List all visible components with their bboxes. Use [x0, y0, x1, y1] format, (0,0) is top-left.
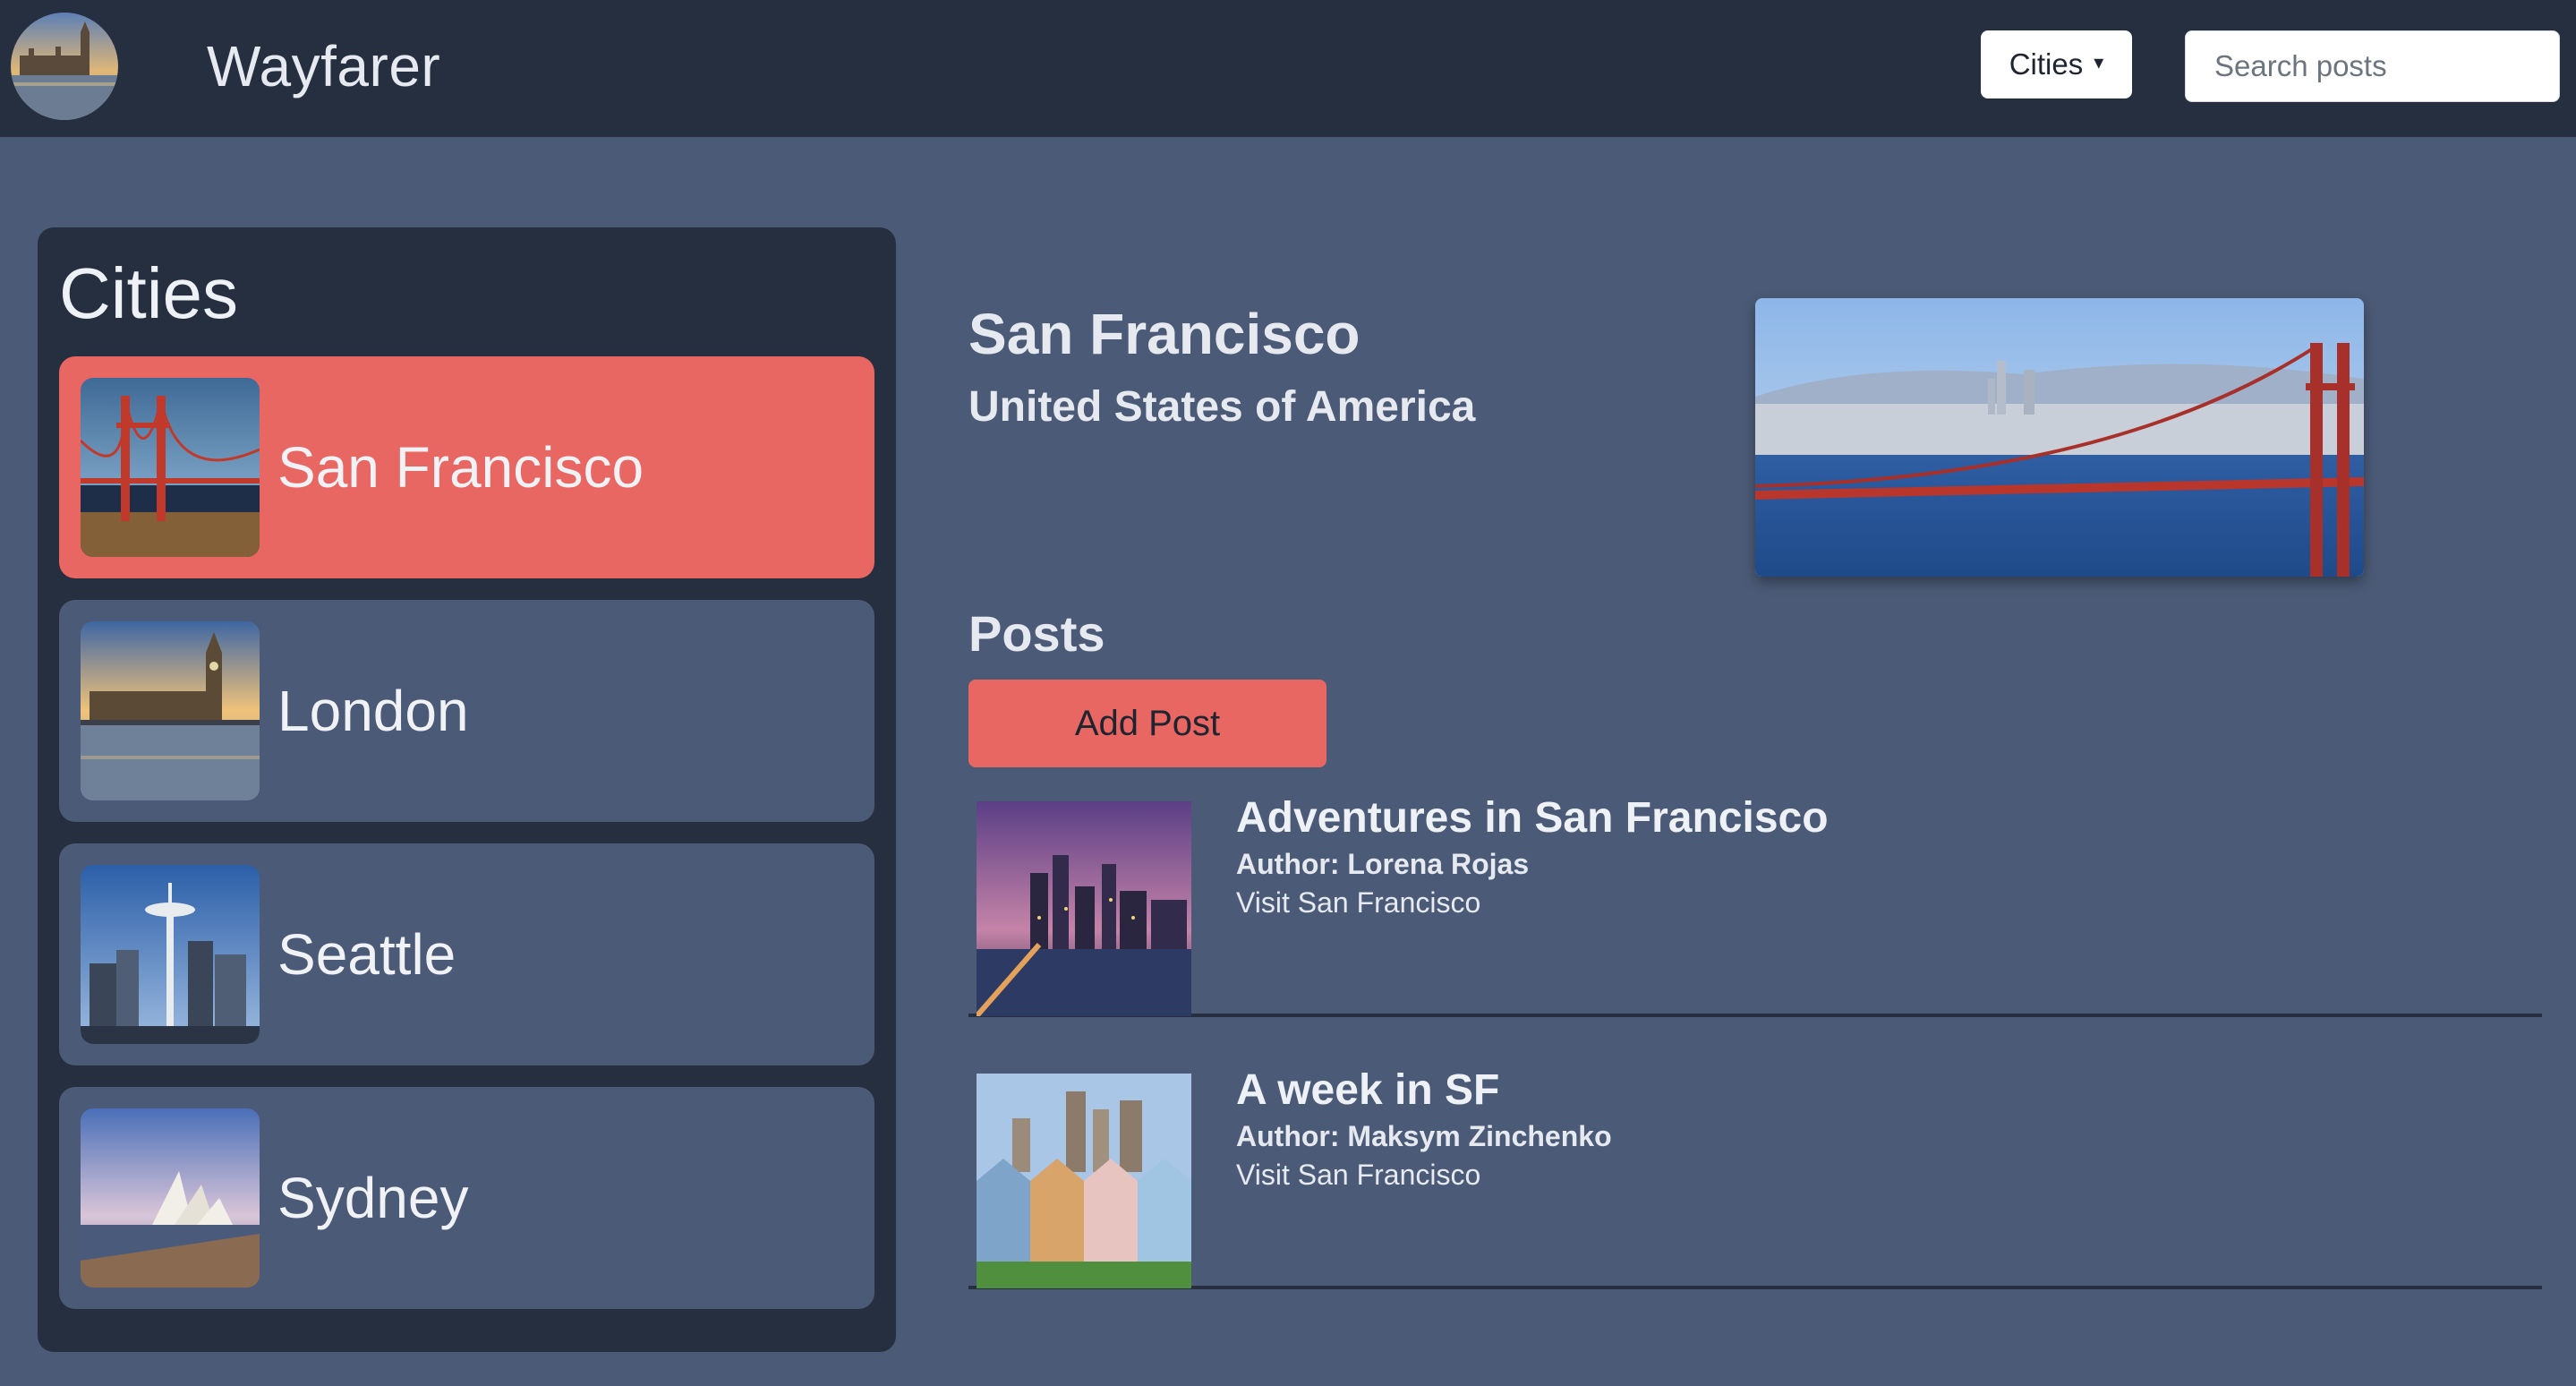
post-author: Author: Lorena Rojas: [1236, 848, 1530, 880]
logo-image[interactable]: [11, 13, 118, 120]
city-thumb-san-francisco: [81, 378, 260, 557]
city-name: London: [277, 679, 469, 743]
city-thumb-sydney: [81, 1108, 260, 1288]
post-title[interactable]: A week in SF: [1236, 1065, 1499, 1115]
caret-down-icon: ▾: [2094, 51, 2104, 73]
cities-dropdown-button[interactable]: Cities ▾: [1981, 30, 2132, 98]
search-input[interactable]: [2185, 30, 2560, 102]
posts-heading: Posts: [968, 605, 1105, 662]
city-country: United States of America: [968, 383, 1476, 431]
city-card-seattle[interactable]: Seattle: [59, 843, 874, 1065]
post-author: Author: Maksym Zinchenko: [1236, 1120, 1612, 1152]
cities-dropdown-label: Cities: [2009, 47, 2084, 81]
city-name: San Francisco: [277, 435, 644, 500]
post-thumb[interactable]: [977, 801, 1191, 1016]
post-city-link[interactable]: Visit San Francisco: [1236, 886, 1480, 920]
city-title: San Francisco: [968, 302, 1361, 366]
post-title[interactable]: Adventures in San Francisco: [1236, 793, 1829, 843]
sidebar-title: Cities: [59, 253, 239, 333]
post-list-item[interactable]: Adventures in San Francisco Author: Lore…: [968, 793, 2542, 1017]
post-city-link[interactable]: Visit San Francisco: [1236, 1159, 1480, 1192]
navbar: Wayfarer Cities ▾: [0, 0, 2576, 137]
city-thumb-london: [81, 621, 260, 800]
city-card-san-francisco[interactable]: San Francisco: [59, 356, 874, 578]
post-list-item[interactable]: A week in SF Author: Maksym Zinchenko Vi…: [968, 1065, 2542, 1289]
city-card-sydney[interactable]: Sydney: [59, 1087, 874, 1309]
post-thumb[interactable]: [977, 1074, 1191, 1288]
city-card-london[interactable]: London: [59, 600, 874, 822]
brand-name[interactable]: Wayfarer: [207, 33, 440, 99]
city-hero-image: [1755, 298, 2364, 577]
add-post-button[interactable]: Add Post: [968, 680, 1326, 767]
city-name: Seattle: [277, 922, 456, 987]
city-thumb-seattle: [81, 865, 260, 1044]
london-skyline-logo: [11, 13, 118, 120]
city-name: Sydney: [277, 1166, 469, 1230]
